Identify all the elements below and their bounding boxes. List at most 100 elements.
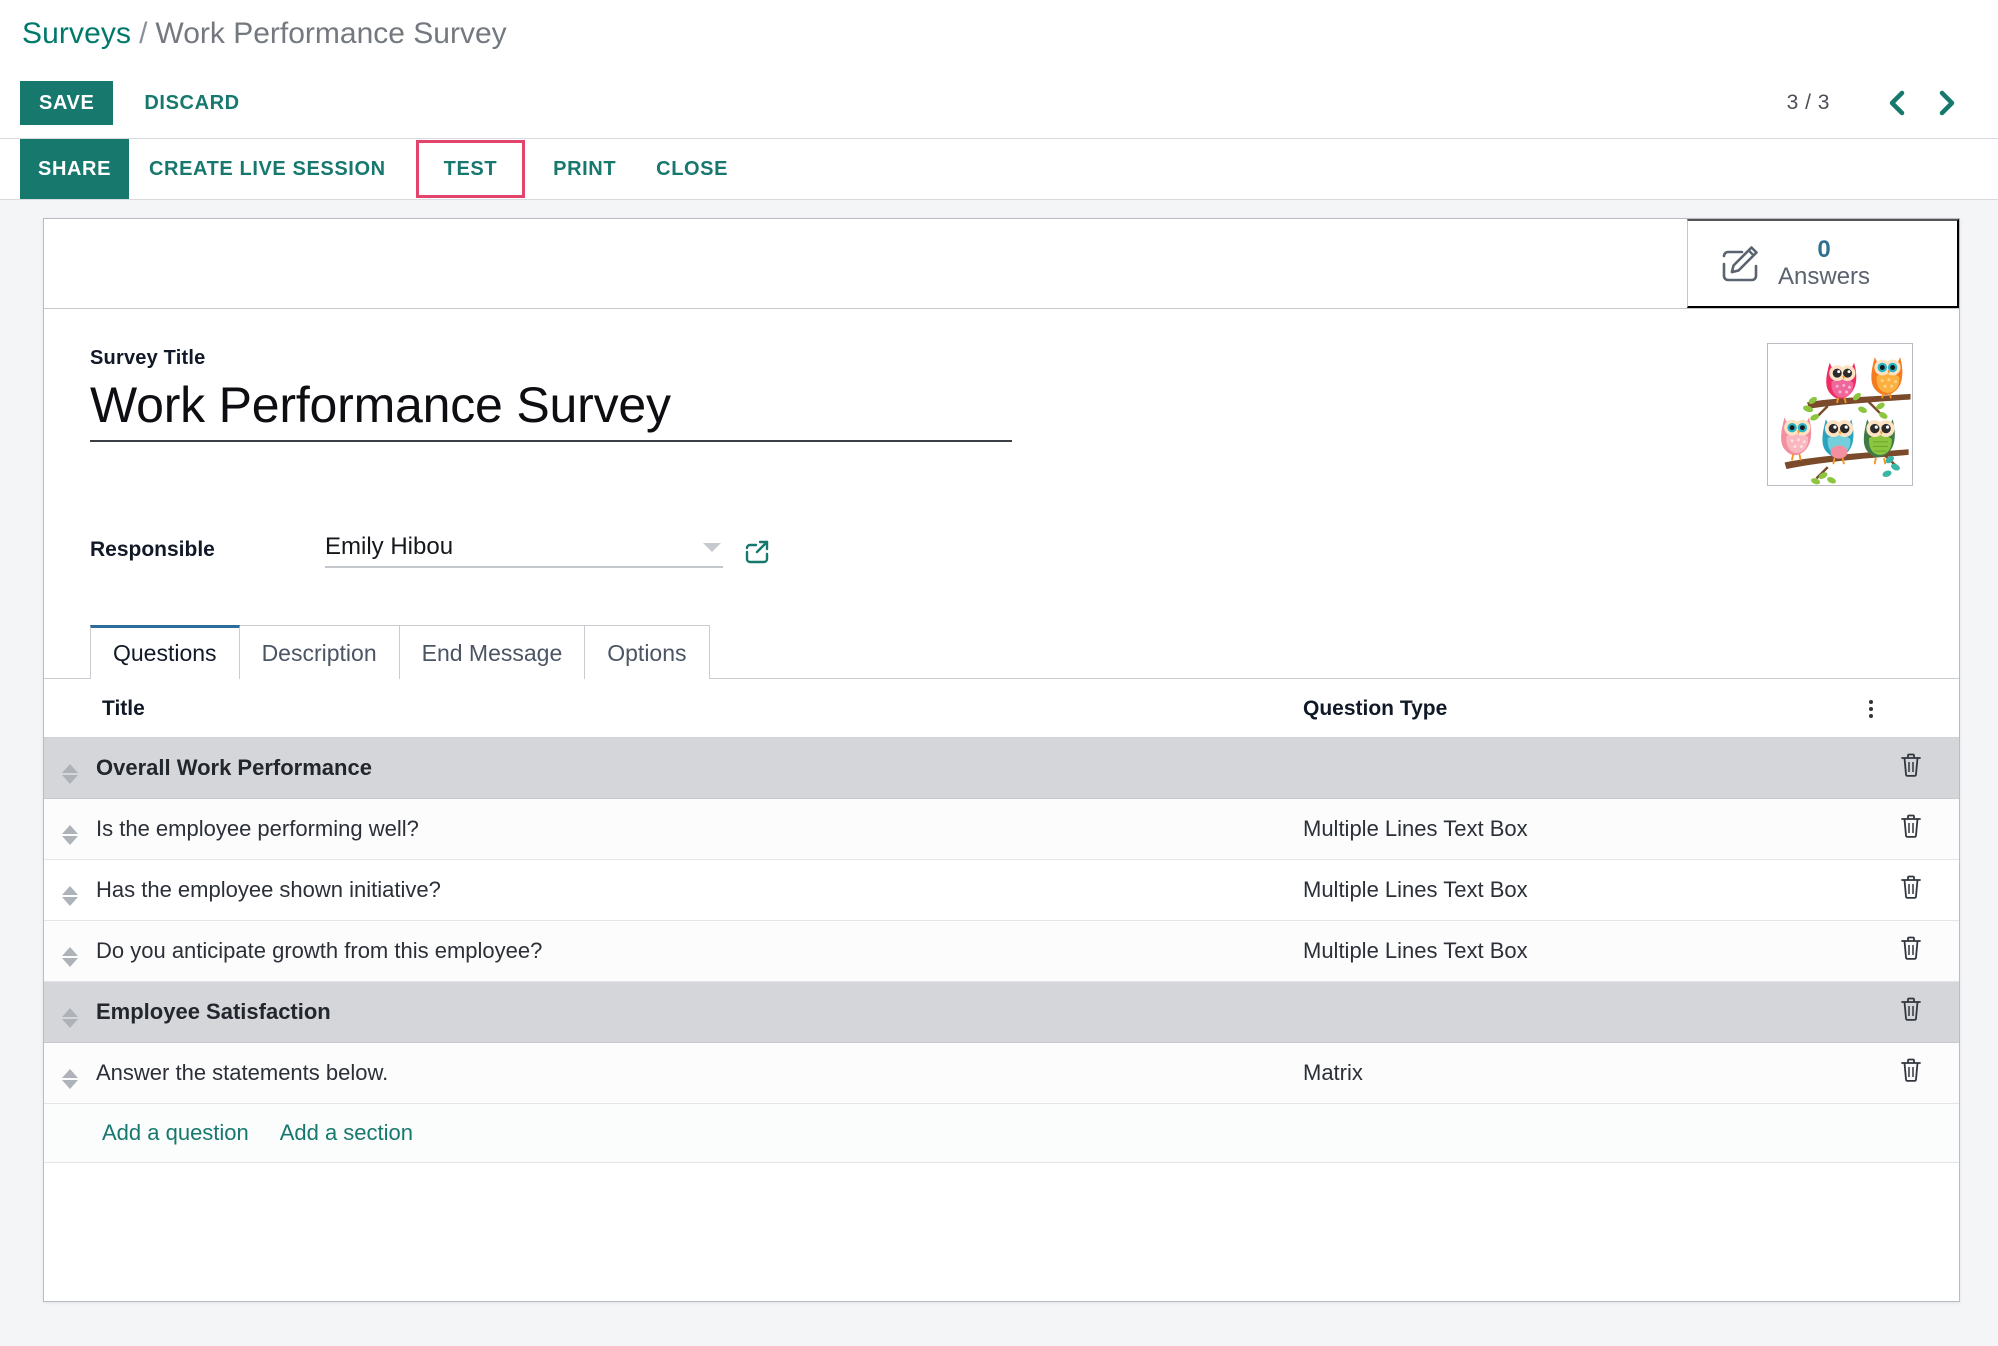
row-title[interactable]: Do you anticipate growth from this emplo… — [96, 920, 1303, 982]
drag-handle-icon[interactable] — [62, 885, 78, 906]
row-title[interactable]: Is the employee performing well? — [96, 798, 1303, 860]
pager-count: 3 / 3 — [1786, 91, 1830, 114]
survey-title-group: Survey Title Work Performance Survey — [90, 347, 1913, 442]
drag-handle-icon[interactable] — [62, 763, 78, 784]
row-question-type[interactable]: Multiple Lines Text Box — [1303, 798, 1863, 860]
chevron-right-icon — [1936, 89, 1958, 117]
close-button[interactable]: CLOSE — [636, 139, 748, 199]
table-header-row: Title Question Type — [44, 679, 1959, 738]
answers-stat-button[interactable]: 0 Answers — [1687, 219, 1959, 308]
breadcrumb-root-surveys[interactable]: Surveys — [22, 17, 131, 51]
table-row[interactable]: Is the employee performing well? Multipl… — [44, 798, 1959, 860]
survey-form-page: Surveys / Work Performance Survey SAVE D… — [0, 0, 1998, 1346]
table-row[interactable]: Employee Satisfaction — [44, 981, 1959, 1043]
tab-description[interactable]: Description — [238, 625, 400, 679]
row-delete-cell[interactable] — [1863, 859, 1959, 921]
row-question-type[interactable]: Multiple Lines Text Box — [1303, 920, 1863, 982]
test-button[interactable]: TEST — [415, 140, 526, 198]
discard-button[interactable]: DISCARD — [126, 81, 257, 125]
row-title[interactable]: Employee Satisfaction — [96, 981, 1303, 1043]
table-row[interactable]: Overall Work Performance — [44, 737, 1959, 799]
action-button-bar: SHARE CREATE LIVE SESSION TEST PRINT CLO… — [0, 138, 1998, 200]
row-delete-cell[interactable] — [1863, 920, 1959, 982]
breadcrumb-separator: / — [139, 17, 148, 50]
tab-options[interactable]: Options — [584, 625, 710, 679]
print-button[interactable]: PRINT — [533, 139, 636, 199]
table-row[interactable]: Answer the statements below. Matrix — [44, 1042, 1959, 1104]
responsible-input[interactable]: Emily Hibou — [325, 533, 703, 561]
row-drag-cell[interactable] — [44, 737, 96, 799]
add-links-cell: Add a question Add a section — [96, 1103, 1959, 1163]
row-drag-cell[interactable] — [44, 798, 96, 860]
trash-icon[interactable] — [1899, 874, 1923, 900]
add-a-question-link[interactable]: Add a question — [102, 1120, 249, 1145]
row-title[interactable]: Answer the statements below. — [96, 1042, 1303, 1104]
trash-icon[interactable] — [1899, 813, 1923, 839]
record-pager: 3 / 3 — [1787, 68, 1972, 138]
create-live-session-button[interactable]: CREATE LIVE SESSION — [129, 139, 406, 199]
chevron-left-icon — [1886, 89, 1908, 117]
trash-icon[interactable] — [1899, 996, 1923, 1022]
trash-icon[interactable] — [1899, 935, 1923, 961]
save-button[interactable]: SAVE — [20, 81, 114, 125]
vertical-dots-icon[interactable] — [1863, 698, 1879, 720]
row-question-type[interactable]: Multiple Lines Text Box — [1303, 859, 1863, 921]
add-row-handle-cell — [44, 1103, 96, 1163]
add-a-section-link[interactable]: Add a section — [280, 1120, 413, 1145]
trash-icon[interactable] — [1899, 752, 1923, 778]
row-drag-cell[interactable] — [44, 1042, 96, 1104]
stat-button-row: 0 Answers — [44, 219, 1959, 309]
responsible-label: Responsible — [90, 538, 215, 561]
questions-table: Title Question Type Overall Work Perform… — [44, 679, 1959, 1163]
tab-end-message[interactable]: End Message — [398, 625, 586, 679]
table-row[interactable]: Do you anticipate growth from this emplo… — [44, 920, 1959, 982]
table-row[interactable]: Has the employee shown initiative? Multi… — [44, 859, 1959, 921]
row-delete-cell[interactable] — [1863, 1042, 1959, 1104]
chevron-down-icon[interactable] — [703, 543, 721, 552]
internal-link-icon[interactable] — [743, 538, 771, 566]
breadcrumb: Surveys / Work Performance Survey — [0, 0, 1998, 68]
header-title: Title — [96, 679, 1303, 738]
share-button[interactable]: SHARE — [20, 139, 130, 199]
row-delete-cell[interactable] — [1863, 981, 1959, 1043]
row-delete-cell[interactable] — [1863, 737, 1959, 799]
add-row: Add a question Add a section — [44, 1103, 1959, 1163]
pager-next-button[interactable] — [1922, 85, 1972, 121]
survey-title-input[interactable]: Work Performance Survey — [90, 376, 1012, 442]
row-question-type[interactable] — [1303, 737, 1863, 799]
notebook-tabs: Questions Description End Message Option… — [44, 624, 1959, 679]
drag-handle-icon[interactable] — [62, 946, 78, 967]
drag-handle-icon[interactable] — [62, 1068, 78, 1089]
survey-background-image[interactable] — [1767, 343, 1913, 486]
drag-handle-icon[interactable] — [62, 1007, 78, 1028]
row-drag-cell[interactable] — [44, 920, 96, 982]
row-delete-cell[interactable] — [1863, 798, 1959, 860]
form-sheet-background: 0 Answers Survey Title Work Performance … — [0, 200, 1998, 1346]
responsible-group: Responsible Emily Hibou — [90, 520, 1913, 568]
row-question-type[interactable] — [1303, 981, 1863, 1043]
questions-table-body: Overall Work Performance Is the employee… — [44, 737, 1959, 1163]
questions-list: Title Question Type Overall Work Perform… — [44, 679, 1959, 1163]
form-sheet: 0 Answers Survey Title Work Performance … — [43, 218, 1960, 1302]
edit-answers-icon — [1718, 242, 1762, 286]
pager-previous-button[interactable] — [1872, 85, 1922, 121]
row-drag-cell[interactable] — [44, 859, 96, 921]
breadcrumb-current-record: Work Performance Survey — [155, 17, 507, 50]
notebook: Questions Description End Message Option… — [44, 624, 1959, 1163]
survey-title-label: Survey Title — [90, 347, 206, 369]
header-question-type: Question Type — [1303, 679, 1863, 738]
form-body: Survey Title Work Performance Survey Res… — [44, 309, 1959, 1163]
drag-handle-icon[interactable] — [62, 824, 78, 845]
answers-label: Answers — [1778, 262, 1871, 290]
header-handle — [44, 679, 96, 738]
responsible-field[interactable]: Emily Hibou — [325, 533, 723, 568]
row-title[interactable]: Overall Work Performance — [96, 737, 1303, 799]
header-options — [1863, 679, 1959, 738]
tab-questions[interactable]: Questions — [90, 625, 240, 679]
row-question-type[interactable]: Matrix — [1303, 1042, 1863, 1104]
answers-count: 0 — [1817, 235, 1831, 263]
control-panel: SAVE DISCARD 3 / 3 — [0, 68, 1998, 138]
row-title[interactable]: Has the employee shown initiative? — [96, 859, 1303, 921]
row-drag-cell[interactable] — [44, 981, 96, 1043]
trash-icon[interactable] — [1899, 1057, 1923, 1083]
